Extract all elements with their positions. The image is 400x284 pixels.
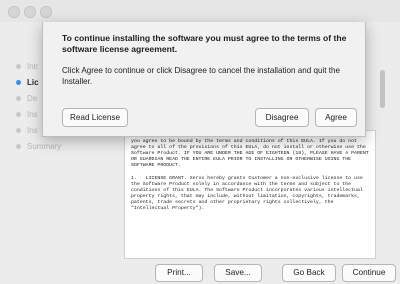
sidebar-step-license: Lic xyxy=(16,78,39,87)
step-dot-icon xyxy=(16,144,21,150)
print-button[interactable]: Print... xyxy=(155,264,203,282)
disagree-button[interactable]: Disagree xyxy=(255,108,309,127)
go-back-button[interactable]: Go Back xyxy=(282,264,336,282)
license-agreement-sheet: To continue installing the software you … xyxy=(42,22,366,137)
step-dot-icon xyxy=(16,112,21,118)
installer-window: Intr Lic De Ins Ins Summary "Software Pr… xyxy=(0,0,400,284)
agree-button[interactable]: Agree xyxy=(315,108,357,127)
step-dot-icon xyxy=(16,96,21,102)
license-scrollbar[interactable] xyxy=(376,52,388,252)
read-license-button[interactable]: Read License xyxy=(62,108,128,127)
sidebar-step-destination: De xyxy=(16,94,37,103)
license-text: "Software Product"). By installing and/o… xyxy=(131,133,369,212)
continue-button[interactable]: Continue xyxy=(342,264,396,282)
sidebar-step-installation: Ins xyxy=(16,126,38,135)
sheet-message: Click Agree to continue or click Disagre… xyxy=(62,66,341,86)
sidebar-step-introduction: Intr xyxy=(16,62,39,71)
close-window-button[interactable] xyxy=(8,6,20,18)
scrollbar-thumb[interactable] xyxy=(380,70,385,108)
zoom-window-button[interactable] xyxy=(40,6,52,18)
title-bar xyxy=(0,0,400,22)
sheet-heading: To continue installing the software you … xyxy=(62,33,347,54)
step-dot-icon xyxy=(16,80,21,86)
sidebar-step-installation-type: Ins xyxy=(16,110,38,119)
minimize-window-button[interactable] xyxy=(24,6,36,18)
step-dot-icon xyxy=(16,128,21,134)
step-dot-icon xyxy=(16,64,21,70)
save-button[interactable]: Save... xyxy=(214,264,262,282)
license-text-area[interactable]: "Software Product"). By installing and/o… xyxy=(124,130,376,259)
sidebar-step-summary: Summary xyxy=(16,142,61,151)
